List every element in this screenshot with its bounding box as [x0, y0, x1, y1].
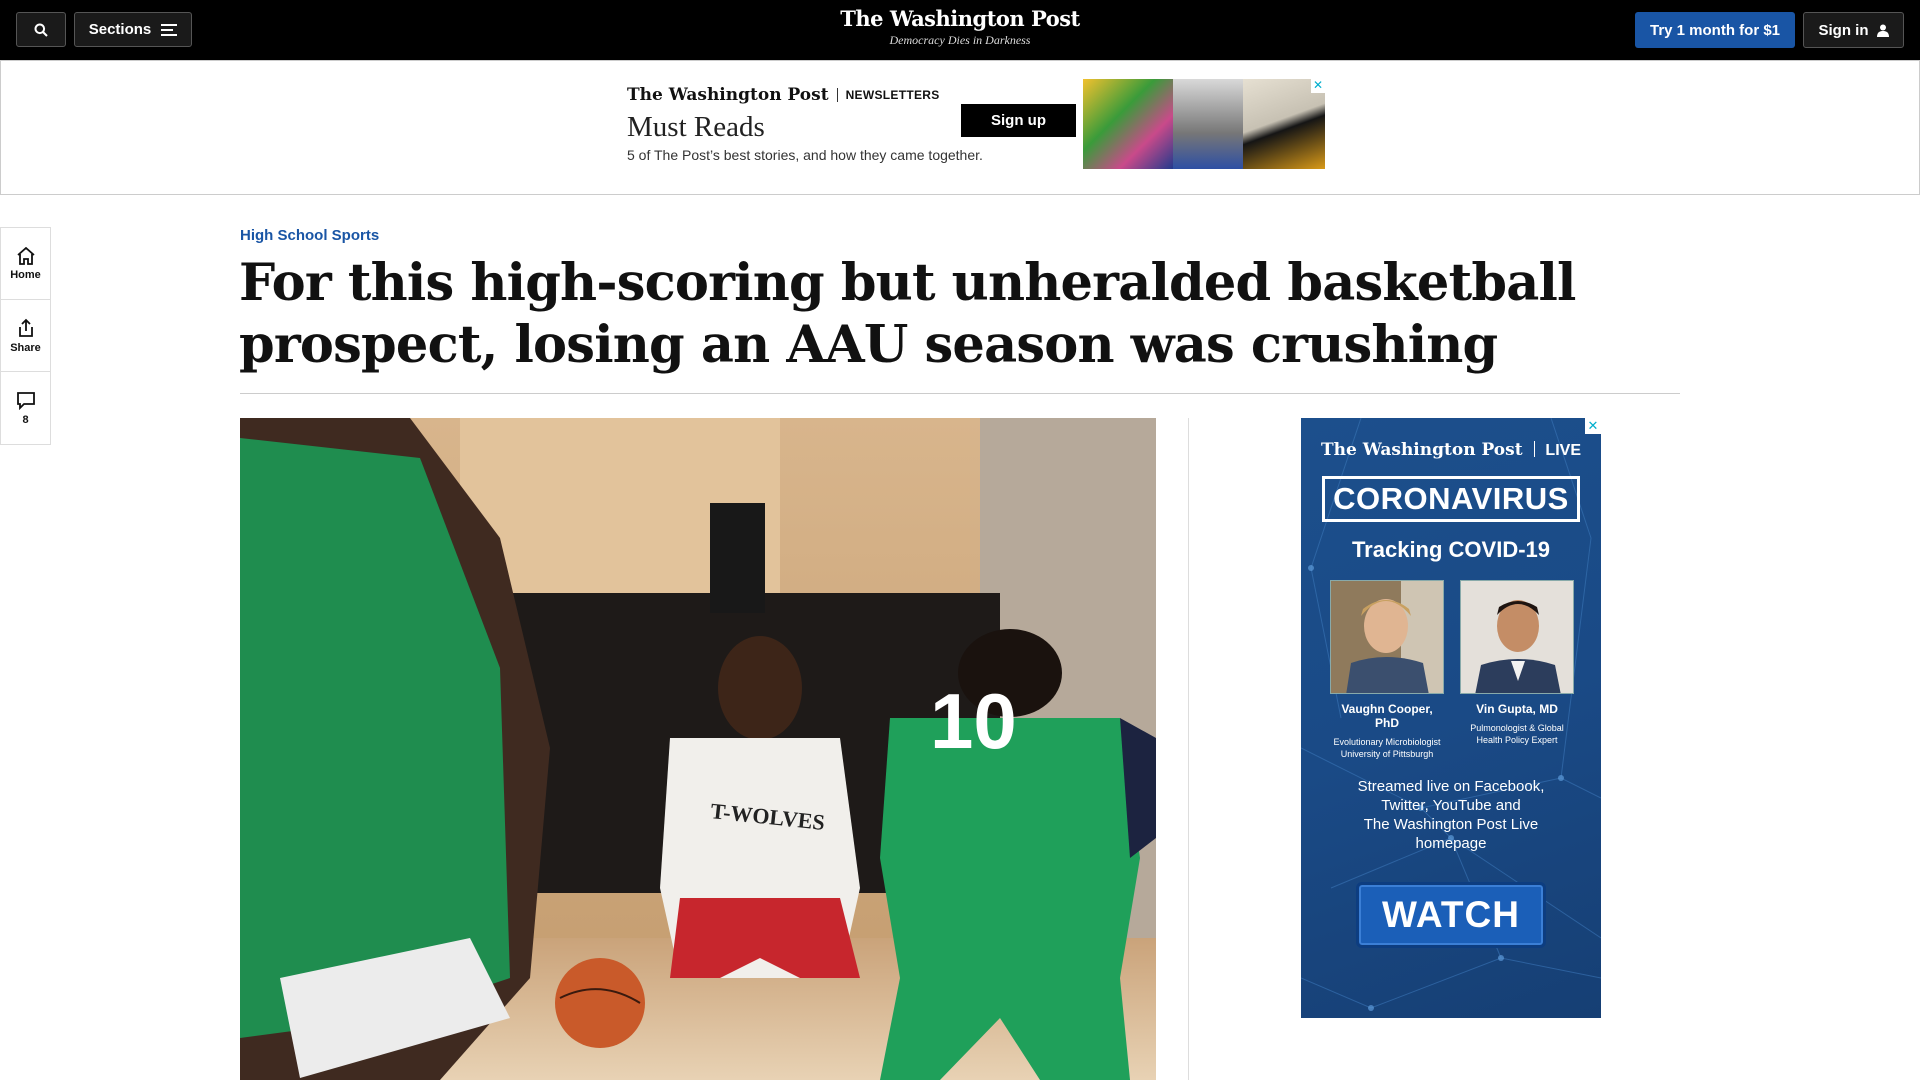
speaker-photo	[1460, 580, 1574, 694]
speaker-role-line: Evolutionary Microbiologist	[1333, 737, 1441, 747]
side-ad-stream-info: Streamed live on Facebook, Twitter, YouT…	[1301, 777, 1601, 853]
stream-info-line: Streamed live on Facebook,	[1357, 778, 1545, 795]
article-kicker[interactable]: High School Sports	[240, 227, 379, 244]
side-ad-brand-suffix: LIVE	[1545, 442, 1581, 459]
watch-button[interactable]: WATCH	[1356, 882, 1546, 948]
speaker-role: Evolutionary Microbiologist University o…	[1330, 736, 1444, 760]
stream-info-line: The Washington Post Live	[1363, 816, 1539, 833]
sign-in-button[interactable]: Sign in	[1803, 12, 1904, 48]
rail-home-label: Home	[10, 268, 41, 281]
rail-share-label: Share	[10, 341, 41, 354]
sign-in-label: Sign in	[1818, 21, 1869, 39]
side-ad-headline: Tracking COVID-19	[1351, 537, 1551, 562]
comments-count: 8	[22, 413, 29, 426]
ad-subtitle: 5 of The Post’s best stories, and how th…	[627, 147, 983, 163]
logo-tagline: Democracy Dies in Darkness	[889, 33, 1031, 47]
speaker-role-line: Health Policy Expert	[1476, 735, 1558, 745]
ad-signup-button[interactable]: Sign up	[961, 104, 1076, 137]
speaker-role: Pulmonologist & Global Health Policy Exp…	[1460, 722, 1574, 746]
svg-text:10: 10	[930, 677, 1017, 765]
side-ad-washington-post-live[interactable]: ✕ The Washington Post LIVE CORONAVIRUS T…	[1301, 418, 1601, 1018]
speaker-portrait-image	[1461, 581, 1573, 693]
ad-collage-tile	[1173, 79, 1243, 169]
top-nav-bar: Sections The Washington Post Democracy D…	[0, 0, 1920, 60]
article-headline: For this high-scoring but unheralded bas…	[239, 253, 1576, 375]
side-ad-separator	[1533, 441, 1535, 457]
subscribe-button[interactable]: Try 1 month for $1	[1635, 12, 1795, 48]
ad-brand: The Washington Post NEWSLETTERS	[627, 85, 940, 105]
top-ad-banner: The Washington Post NEWSLETTERS Must Rea…	[0, 60, 1920, 195]
speaker-role-line: Pulmonologist & Global	[1470, 723, 1564, 733]
logo-wordmark: The Washington Post	[840, 6, 1080, 31]
side-ad-close-icon[interactable]: ✕	[1585, 418, 1601, 434]
comment-icon	[16, 391, 35, 410]
site-logo[interactable]: The Washington Post Democracy Dies in Da…	[0, 6, 1920, 48]
speaker-card: Vaughn Cooper, PhD Evolutionary Microbio…	[1330, 580, 1444, 760]
home-icon	[16, 246, 35, 265]
side-ad-banner-text: CORONAVIRUS	[1322, 476, 1580, 522]
ad-title: Must Reads	[627, 111, 765, 143]
speaker-name: Vaughn Cooper, PhD	[1341, 702, 1433, 730]
left-action-rail: Home Share 8	[0, 227, 51, 445]
stream-info-line: homepage	[1415, 835, 1487, 852]
ad-image-collage	[1083, 79, 1325, 169]
user-icon	[1876, 24, 1889, 37]
ad-close-icon[interactable]: ✕	[1311, 79, 1325, 93]
speaker-photo	[1330, 580, 1444, 694]
column-divider	[1188, 418, 1189, 1080]
share-icon	[18, 318, 33, 337]
rail-comments-button[interactable]: 8	[1, 372, 50, 444]
speaker-role-line: University of Pittsburgh	[1340, 749, 1434, 759]
header-divider	[240, 393, 1680, 394]
speaker-card: Vin Gupta, MD Pulmonologist & Global Hea…	[1460, 580, 1574, 746]
speaker-portrait-image	[1331, 581, 1443, 693]
ad-collage-tile	[1083, 79, 1173, 169]
newsletter-ad[interactable]: The Washington Post NEWSLETTERS Must Rea…	[613, 79, 1325, 169]
ad-divider	[836, 88, 838, 102]
stream-info-line: Twitter, YouTube and	[1381, 797, 1521, 814]
lead-photo[interactable]: T-WOLVES 10	[240, 418, 1156, 1080]
rail-home-button[interactable]: Home	[1, 228, 50, 300]
side-ad-brand: The Washington Post LIVE	[1301, 440, 1601, 460]
side-ad-logo: The Washington Post	[1321, 440, 1523, 460]
speaker-name: Vin Gupta, MD	[1476, 702, 1558, 716]
ad-section-label: NEWSLETTERS	[845, 88, 940, 102]
ad-logo: The Washington Post	[627, 85, 829, 105]
rail-share-button[interactable]: Share	[1, 300, 50, 372]
basketball-scene-image: T-WOLVES 10	[240, 418, 1156, 1080]
